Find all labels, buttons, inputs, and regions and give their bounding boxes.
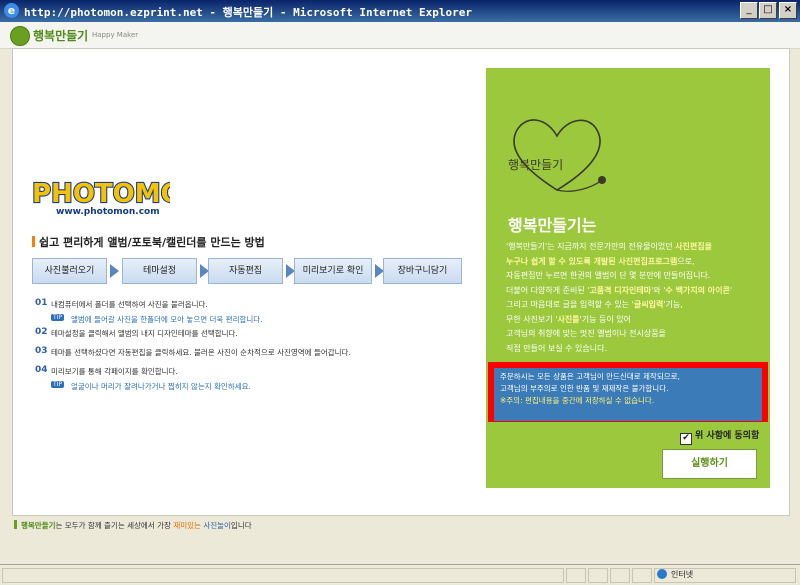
instruction-text: 테마설정을 클릭해서 앨범의 내지 디자인테마를 선택합니다. [51, 329, 238, 338]
desc-highlight: 고품격 디자인테마 [589, 285, 652, 295]
internet-globe-icon [657, 569, 667, 579]
status-zone: 인터넷 [671, 570, 694, 579]
instruction-number: 02 [35, 327, 48, 337]
photomon-url: www.photomon.com [56, 207, 160, 217]
desc-line: 직접 만들어 보실 수 있습니다. [506, 342, 756, 357]
notice-line: 고객님의 부주의로 인한 반품 및 재제작은 불가합니다. [500, 384, 669, 393]
desc-text: 그리고 마음대로 글을 입력할 수 있는 ' [506, 300, 634, 309]
tip-text: 앨범에 들어갈 사진을 한폴더에 모아 놓으면 더욱 편리합니다. [71, 315, 263, 324]
desc-line: 무한 사진보기 '사진틀'기능 등이 있어 [506, 313, 756, 328]
how-to-title: 쉽고 편리하게 앨범/포토북/캘린더를 만드는 방법 [32, 234, 265, 250]
instruction-list: 01 내컴퓨터에서 폴더를 선택하여 사진을 불러옵니다. TIP 앨범에 들어… [35, 298, 455, 394]
footer-text-part: 는 모두가 함께 즐기는 세상에서 가장 [55, 521, 174, 530]
desc-highlight: 누구나 쉽게 할 수 있도록 개발된 사진편집프로그램 [506, 256, 678, 266]
instruction-number: 01 [35, 298, 48, 308]
desc-text: '와 ' [651, 285, 666, 295]
app-subtitle: Happy Maker [92, 31, 139, 39]
footer-highlight: 재미있는 [173, 521, 201, 530]
run-button[interactable]: 실행하기 [662, 449, 757, 479]
tip-item: TIP 얼굴이나 머리가 잘려나가거나 찝히지 않는지 확인하세요. [35, 380, 455, 394]
ie-icon: e [4, 3, 19, 18]
desc-text: 고객님의 취향에 맞는 멋진 앨범이나 전시상품을 [506, 329, 666, 338]
maximize-button[interactable]: □ [759, 2, 777, 19]
desc-text: 자동편집만 누르면 한권의 앨범이 단 몇 분만에 만들어집니다. [506, 271, 711, 280]
title-marker [32, 236, 35, 247]
how-to-title-text: 쉽고 편리하게 앨범/포토북/캘린더를 만드는 방법 [39, 236, 265, 249]
status-cell [588, 568, 608, 583]
desc-text: ' [729, 285, 733, 295]
footer-brand: 행복만들기 [21, 521, 56, 530]
instruction-text: 미리보기를 통해 각페이지를 확인합니다. [51, 367, 178, 376]
footer-text: 행복만들기는 모두가 함께 즐기는 세상에서 가장 재미있는 사진놀이입니다 [14, 520, 252, 531]
desc-line: 고객님의 취향에 맞는 멋진 앨범이나 전시상품을 [506, 327, 756, 342]
instruction-item: 01 내컴퓨터에서 폴더를 선택하여 사진을 불러옵니다. [35, 298, 455, 313]
notice-warning: ※주의: 편집내용을 중간에 저장하실 수 없습니다. [500, 396, 655, 405]
desc-line: 자동편집만 누르면 한권의 앨범이 단 몇 분만에 만들어집니다. [506, 269, 756, 284]
tip-badge: TIP [51, 381, 65, 388]
tip-item: TIP 앨범에 들어갈 사진을 한폴더에 모아 놓으면 더욱 편리합니다. [35, 313, 455, 327]
step-preview: 미리보기로 확인 [294, 258, 372, 284]
desc-line: 누구나 쉽게 할 수 있도록 개발된 사진편집프로그램으로, [506, 255, 756, 270]
close-button[interactable]: × [779, 2, 797, 19]
instruction-item: 02 테마설정을 클릭해서 앨범의 내지 디자인테마를 선택합니다. [35, 327, 455, 346]
tip-badge: TIP [51, 314, 65, 321]
desc-line: 그리고 마음대로 글을 입력할 수 있는 '글씨입력'기능, [506, 298, 756, 313]
window-title: http://photomon.ezprint.net - 행복만들기 - Mi… [24, 6, 472, 19]
desc-text: 더불어 다양하게 준비된 ' [506, 285, 590, 295]
arrow-right-icon [110, 264, 119, 278]
minimize-button[interactable]: _ [740, 2, 758, 19]
instruction-number: 04 [35, 365, 48, 375]
desc-text: 무한 사진보기 ' [506, 314, 558, 324]
step-flow: 사진불러오기 테마설정 자동편집 미리보기로 확인 장바구니담기 [32, 258, 462, 284]
desc-line: '행복만들기'는 지금까지 전문가만의 전유물이었던 사진편집을 [506, 240, 756, 255]
instruction-item: 04 미리보기를 통해 각페이지를 확인합니다. [35, 365, 455, 380]
desc-line: 더불어 다양하게 준비된 '고품격 디자인테마'와 '수 백가지의 아이콘' [506, 284, 756, 299]
footer-highlight: 사진놀이 [203, 521, 231, 530]
desc-highlight: 사진틀 [557, 314, 580, 324]
desc-highlight: 사진편집을 [675, 242, 712, 251]
panel-title: 행복만들기는 [508, 216, 597, 235]
info-panel: 행복만들기 행복만들기는 '행복만들기'는 지금까지 전문가만의 전유물이었던 … [486, 68, 770, 488]
instruction-text: 테마를 선택하셨다면 자동편집을 클릭하세요. 불러온 사진이 순차적으로 사진… [51, 348, 351, 357]
instruction-number: 03 [35, 346, 48, 356]
desc-text: '기능 등이 있어 [579, 314, 631, 324]
desc-text: 으로, [677, 256, 695, 266]
tip-text: 얼굴이나 머리가 잘려나가거나 찝히지 않는지 확인하세요. [71, 382, 251, 391]
notice-box: 주문하시는 모든 상품은 고객님이 만드신대로 제작되므로, 고객님의 부주의로… [494, 368, 762, 421]
footer-marker [14, 520, 17, 529]
status-cell [632, 568, 652, 583]
app-title: 행복만들기 [33, 29, 89, 43]
checkbox-checked-icon[interactable]: ✔ [680, 433, 692, 445]
desc-highlight: 글씨입력 [633, 300, 664, 309]
step-theme: 테마설정 [122, 258, 197, 284]
agree-checkbox[interactable]: ✔ 위 사항에 동의함 [680, 428, 759, 445]
status-cell [2, 568, 564, 583]
desc-text: '기능, [663, 300, 683, 309]
notice-line: 주문하시는 모든 상품은 고객님이 만드신대로 제작되므로, [500, 372, 680, 381]
desc-highlight: 수 백가지의 아이콘 [665, 285, 730, 295]
notice-highlight-frame: 주문하시는 모든 상품은 고객님이 만드신대로 제작되므로, 고객님의 부주의로… [488, 362, 768, 422]
instruction-text: 내컴퓨터에서 폴더를 선택하여 사진을 불러옵니다. [51, 300, 208, 309]
instruction-item: 03 테마를 선택하셨다면 자동편집을 클릭하세요. 불러온 사진이 순차적으로… [35, 346, 455, 365]
footer-text-part: 입니다 [230, 521, 252, 530]
heart-text: 행복만들기 [508, 158, 564, 172]
window-titlebar[interactable]: e http://photomon.ezprint.net - 행복만들기 - … [0, 0, 800, 22]
status-cell [610, 568, 630, 583]
happy-maker-logo-icon [10, 26, 30, 46]
step-auto-edit: 자동편집 [208, 258, 283, 284]
step-cart: 장바구니담기 [383, 258, 462, 284]
panel-description: '행복만들기'는 지금까지 전문가만의 전유물이었던 사진편집을 누구나 쉽게 … [506, 240, 756, 356]
desc-text: 직접 만들어 보실 수 있습니다. [506, 343, 608, 353]
desc-text: '행복만들기'는 지금까지 전문가만의 전유물이었던 [506, 242, 676, 251]
app-header: 행복만들기 Happy Maker [0, 22, 800, 49]
step-load-photos: 사진불러오기 [32, 258, 107, 284]
agree-label: 위 사항에 동의함 [695, 431, 760, 441]
photomon-logo-text: PHOTOMON [32, 179, 170, 209]
status-cell [566, 568, 586, 583]
